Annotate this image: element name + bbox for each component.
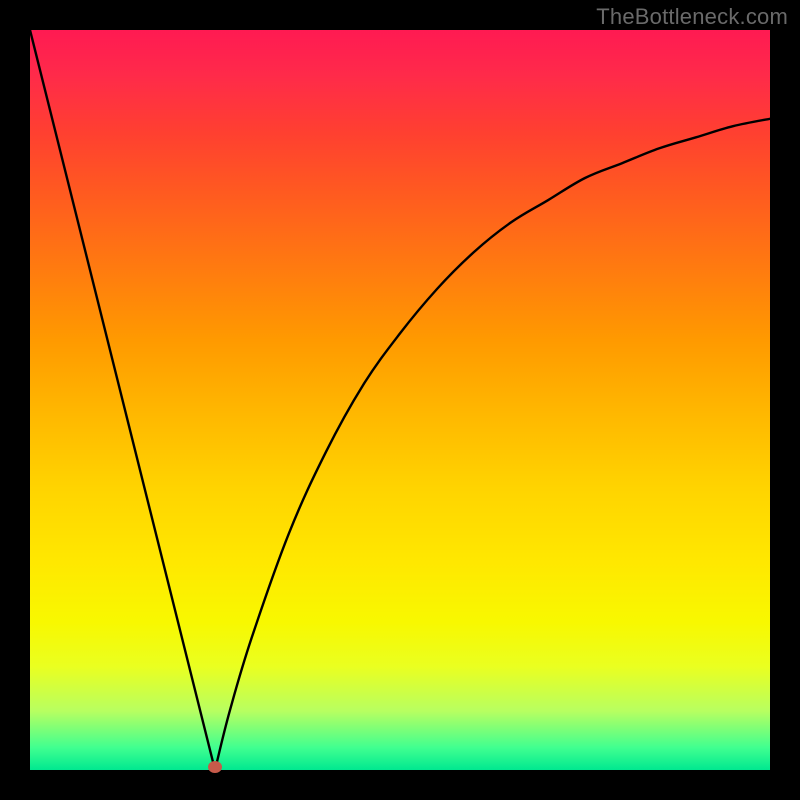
watermark-text: TheBottleneck.com: [596, 4, 788, 30]
curve-path: [30, 30, 770, 770]
bottleneck-curve: [30, 30, 770, 770]
minimum-marker-dot: [208, 761, 222, 773]
chart-plot-area: [30, 30, 770, 770]
